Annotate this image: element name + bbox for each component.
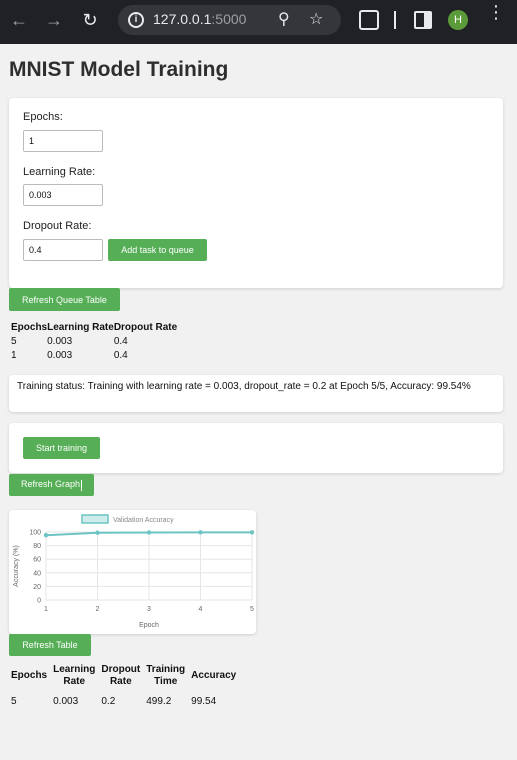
results-header-accuracy: Accuracy (191, 670, 237, 681)
results-cell: 5 (11, 696, 17, 707)
queue-cell: 0.4 (113, 335, 128, 347)
accuracy-chart-card: Validation Accuracy 0 20 40 60 80 100 1 2 3 4 5 Epoc… (9, 510, 256, 634)
x-tick-label: 4 (199, 606, 203, 613)
learning-rate-input[interactable] (23, 184, 103, 206)
results-table: Epochs Learning Rate Dropout Rate Training… (11, 664, 239, 707)
y-axis-label: Accuracy (%) (13, 545, 20, 587)
dropout-rate-input[interactable] (23, 239, 103, 261)
x-axis-label: Epoch (139, 622, 159, 629)
profile-avatar[interactable]: H (448, 10, 468, 30)
legend-label: Validation Accuracy (113, 517, 174, 524)
results-header-epochs: Epochs (11, 670, 48, 681)
queue-header-epochs: Epochs (11, 321, 48, 333)
results-header-training-time: Training Time (146, 664, 186, 687)
toolbar-divider (394, 11, 396, 29)
y-tick-label: 100 (29, 530, 41, 537)
x-tick-label: 3 (147, 606, 151, 613)
results-cell: 99.54 (191, 696, 217, 707)
y-tick-label: 80 (33, 543, 41, 550)
more-menu-icon[interactable]: ⋮ (487, 3, 505, 21)
queue-header-learning-rate: Learning Rate (47, 321, 114, 333)
text-cursor-icon (81, 479, 83, 491)
queue-cell: 5 (11, 335, 17, 347)
queue-cell: 1 (11, 349, 17, 361)
data-point (146, 530, 152, 535)
task-form-card: Epochs: Learning Rate: Dropout Rate: Add… (9, 98, 503, 288)
queue-cell: 0.003 (47, 349, 73, 361)
learning-rate-label: Learning Rate: (23, 166, 96, 178)
refresh-results-button[interactable]: Refresh Table (9, 634, 91, 656)
refresh-graph-button[interactable]: Refresh Graph (9, 474, 94, 496)
extensions-icon[interactable] (359, 10, 379, 30)
bookmark-star-icon[interactable]: ☆ (309, 9, 323, 29)
results-cell: 0.2 (101, 696, 116, 707)
dropout-rate-label: Dropout Rate: (23, 220, 92, 232)
results-header-learning-rate: Learning Rate (53, 664, 96, 687)
refresh-graph-label: Refresh Graph (20, 479, 81, 490)
y-tick-label: 60 (33, 557, 41, 564)
data-point (43, 532, 49, 538)
x-tick-label: 1 (44, 606, 48, 613)
epochs-input[interactable] (23, 130, 103, 152)
table-row: 5 0.003 0.4 (11, 334, 177, 348)
results-table-header-row: Epochs Learning Rate Dropout Rate Training… (11, 664, 239, 688)
page-title: MNIST Model Training (9, 58, 229, 81)
accuracy-chart: Validation Accuracy 0 20 40 60 80 100 1 2 3 4 5 Epoc… (13, 514, 255, 629)
training-status-card: Training status: Training with learning … (9, 375, 503, 412)
y-tick-label: 20 (33, 584, 41, 591)
url-text: 127.0.0.1:5000 (153, 11, 247, 27)
legend-swatch (81, 514, 109, 524)
table-row: 1 0.003 0.4 (11, 348, 177, 362)
y-tick-label: 40 (33, 570, 41, 577)
data-point (198, 530, 203, 535)
results-cell: 0.003 (53, 696, 79, 707)
browser-toolbar: ← → ↻ i 127.0.0.1:5000 ⚲ ☆ H ⋮ (0, 0, 517, 44)
queue-cell: 0.003 (47, 335, 73, 347)
x-tick-label: 5 (250, 606, 254, 613)
start-training-card: Start training (9, 423, 503, 473)
queue-table: Epochs Learning Rate Dropout Rate 5 0.00… (11, 320, 177, 362)
address-bar[interactable]: i 127.0.0.1:5000 ⚲ ☆ (118, 5, 341, 35)
queue-cell: 0.4 (113, 349, 128, 361)
epochs-label: Epochs: (23, 111, 63, 123)
forward-arrow-icon[interactable]: → (44, 10, 64, 30)
side-panel-icon[interactable] (414, 11, 432, 29)
zoom-icon[interactable]: ⚲ (278, 9, 290, 29)
data-point (95, 530, 100, 535)
add-task-button[interactable]: Add task to queue (108, 239, 207, 261)
results-cell: 499.2 (146, 696, 172, 707)
data-point (249, 530, 255, 535)
queue-table-header-row: Epochs Learning Rate Dropout Rate (11, 320, 177, 334)
reload-icon[interactable]: ↻ (80, 10, 100, 30)
start-training-button[interactable]: Start training (23, 437, 100, 459)
queue-header-dropout-rate: Dropout Rate (113, 321, 178, 333)
results-header-dropout-rate: Dropout Rate (101, 664, 141, 687)
training-status-text: Training status: Training with learning … (17, 381, 471, 392)
table-row: 5 0.003 0.2 499.2 99.54 (11, 688, 239, 707)
back-arrow-icon[interactable]: ← (9, 10, 29, 30)
y-tick-label: 0 (37, 598, 41, 605)
x-tick-label: 2 (96, 606, 100, 613)
site-info-icon[interactable]: i (128, 12, 144, 28)
refresh-queue-button[interactable]: Refresh Queue Table (9, 288, 120, 311)
